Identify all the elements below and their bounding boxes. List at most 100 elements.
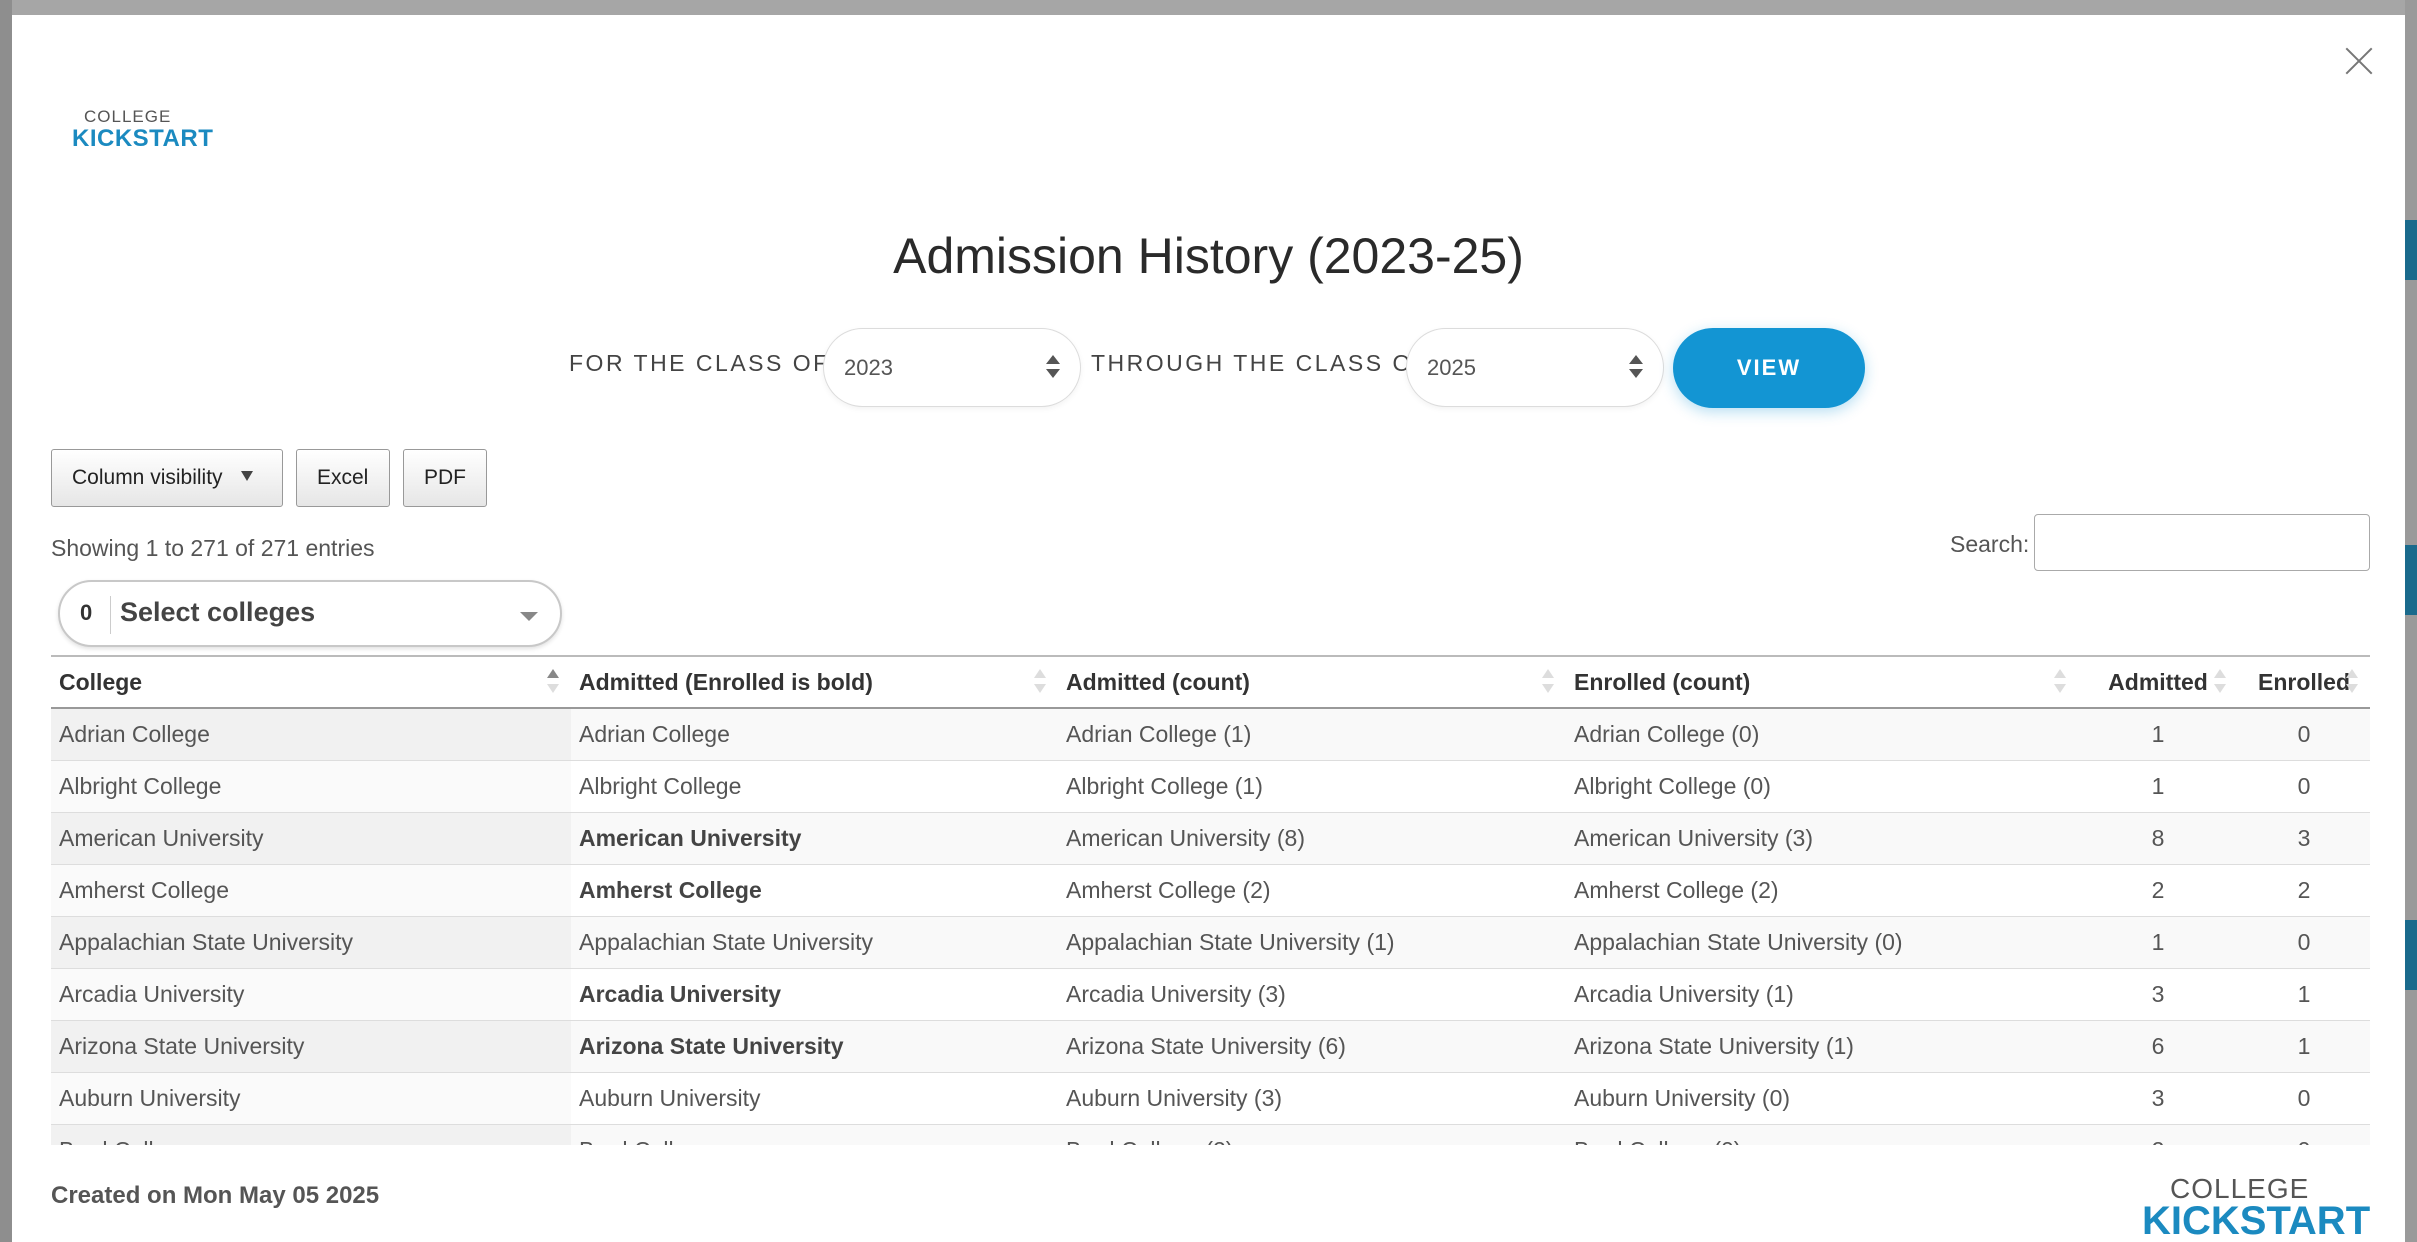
table-info: Showing 1 to 271 of 271 entries [51,535,375,561]
admission-history-modal: COLLEGE KICKSTART Admission History (202… [12,15,2405,1242]
cell-admitted-count: Appalachian State University (1) [1058,916,1566,969]
caret-down-icon [240,471,253,481]
sort-icon [2214,667,2226,697]
cell-admitted-count: Adrian College (1) [1058,708,1566,761]
table-row: Albright College Albright College Albright… [51,760,2370,813]
cell-enrolled-count: Amherst College (2) [1566,864,2078,917]
cell-admitted-count: Bard College (2) [1058,1124,1566,1145]
backdrop-page [0,0,12,1242]
cell-admitted-name: Auburn University [571,1072,1058,1125]
cell-college: Albright College [51,760,571,813]
cell-admitted: 1 [2078,916,2238,969]
sort-icon [1034,667,1046,697]
cell-enrolled: 2 [2238,864,2370,917]
header-enrolled[interactable]: Enrolled [2238,655,2370,709]
cell-enrolled: 0 [2238,916,2370,969]
created-date: Created on Mon May 05 2025 [51,1182,380,1209]
cell-admitted-name: American University [571,812,1058,865]
sort-icon [1542,667,1554,697]
cell-enrolled-count: Albright College (0) [1566,760,2078,813]
header-admitted-enrolled-bold[interactable]: Admitted (Enrolled is bold) [571,655,1058,709]
cell-college: Auburn University [51,1072,571,1125]
cell-enrolled-count: Arcadia University (1) [1566,968,2078,1021]
cell-admitted: 1 [2078,708,2238,761]
cell-college: Amherst College [51,864,571,917]
cell-admitted-count: Albright College (1) [1058,760,1566,813]
close-icon[interactable] [2339,41,2379,81]
cell-admitted-name: Albright College [571,760,1058,813]
search-input[interactable] [2034,514,2370,571]
cell-admitted: 2 [2078,864,2238,917]
for-class-label: FOR THE CLASS OF [569,350,830,376]
sort-asc-icon [547,667,559,697]
cell-enrolled: 1 [2238,1020,2370,1073]
cell-enrolled-count: Arizona State University (1) [1566,1020,2078,1073]
table-row: Arcadia University Arcadia University Arca… [51,968,2370,1021]
cell-college: Arcadia University [51,968,571,1021]
cell-enrolled: 0 [2238,760,2370,813]
class-year-filter: FOR THE CLASS OF 2023 THROUGH THE CLASS … [569,328,1869,408]
cell-college: Appalachian State University [51,916,571,969]
table-row: Arizona State University Arizona State Un… [51,1020,2370,1073]
cell-admitted-name: Appalachian State University [571,916,1058,969]
chevron-down-icon [520,612,538,621]
header-admitted[interactable]: Admitted [2078,655,2238,709]
cell-college: American University [51,812,571,865]
cell-admitted: 3 [2078,968,2238,1021]
cell-enrolled-count: Appalachian State University (0) [1566,916,2078,969]
from-year-select[interactable]: 2023 [823,328,1081,407]
table-row: Bard CollegeBard CollegeBard College (2)… [51,1124,2370,1145]
selected-count: 0 [80,600,93,625]
pdf-button[interactable]: PDF [403,449,487,507]
cell-college: Bard College [51,1124,571,1145]
cell-enrolled: 0 [2238,1072,2370,1125]
select-colleges-label: Select colleges [120,597,316,627]
admission-table-wrapper[interactable]: College Admitted (Enrolled is bold) Admi… [51,655,2370,1145]
view-button[interactable]: VIEW [1673,328,1865,408]
cell-admitted-name: Arizona State University [571,1020,1058,1073]
cell-admitted: 8 [2078,812,2238,865]
cell-enrolled-count: American University (3) [1566,812,2078,865]
cell-admitted-name: Adrian College [571,708,1058,761]
header-enrolled-count[interactable]: Enrolled (count) [1566,655,2078,709]
excel-button[interactable]: Excel [296,449,390,507]
backdrop-page-right [2405,0,2417,1242]
to-year-select[interactable]: 2025 [1406,328,1664,407]
column-visibility-button[interactable]: Column visibility [51,449,283,507]
cell-admitted-count: American University (8) [1058,812,1566,865]
cell-admitted-count: Arcadia University (3) [1058,968,1566,1021]
cell-enrolled-count: Bard College (0) [1566,1124,2078,1145]
sort-icon [2054,667,2066,697]
cell-admitted-name: Bard College [571,1124,1058,1145]
cell-admitted-count: Amherst College (2) [1058,864,1566,917]
footer-logo: COLLEGE KICKSTART [2142,1173,2371,1242]
select-arrows-icon [1629,351,1643,381]
cell-admitted: 2 [2078,1124,2238,1145]
cell-admitted: 6 [2078,1020,2238,1073]
cell-admitted-count: Auburn University (3) [1058,1072,1566,1125]
sort-icon [2346,667,2358,697]
cell-enrolled: 0 [2238,708,2370,761]
cell-enrolled: 3 [2238,812,2370,865]
table-row: Amherst College Amherst College Amherst Co… [51,864,2370,917]
cell-admitted-name: Amherst College [571,864,1058,917]
cell-enrolled: 1 [2238,968,2370,1021]
through-class-label: THROUGH THE CLASS OF [1091,350,1430,376]
cell-enrolled: 0 [2238,1124,2370,1145]
table-row: Adrian College Adrian College Adrian Colle… [51,708,2370,761]
select-arrows-icon [1046,351,1060,381]
cell-college: Adrian College [51,708,571,761]
cell-admitted: 1 [2078,760,2238,813]
table-row: Appalachian State University Appalachian … [51,916,2370,969]
table-header-row: College Admitted (Enrolled is bold) Admi… [51,655,2370,709]
page-title: Admission History (2023-25) [893,228,1524,284]
cell-admitted-count: Arizona State University (6) [1058,1020,1566,1073]
cell-admitted: 3 [2078,1072,2238,1125]
select-colleges-dropdown[interactable]: 0 Select colleges [58,580,562,647]
cell-admitted-name: Arcadia University [571,968,1058,1021]
header-college[interactable]: College [51,655,571,709]
cell-enrolled-count: Auburn University (0) [1566,1072,2078,1125]
cell-enrolled-count: Adrian College (0) [1566,708,2078,761]
header-admitted-count[interactable]: Admitted (count) [1058,655,1566,709]
admission-table: College Admitted (Enrolled is bold) Admi… [51,655,2370,1145]
